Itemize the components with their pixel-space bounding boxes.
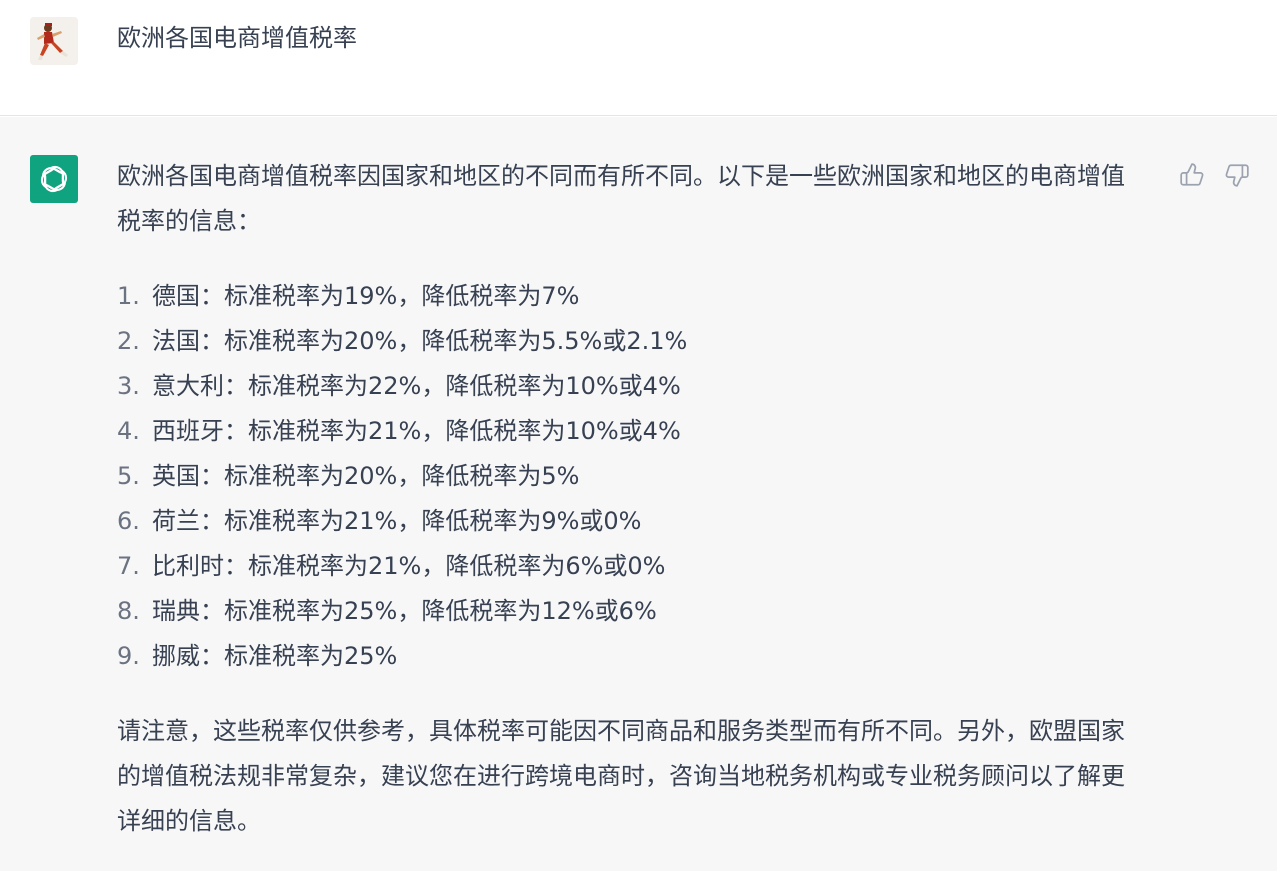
list-item: 8. 瑞典：标准税率为25%，降低税率为12%或6% [117, 597, 657, 625]
assistant-message-row: 欧洲各国电商增值税率因国家和地区的不同而有所不同。以下是一些欧洲国家和地区的电商… [0, 117, 1277, 871]
user-avatar [30, 17, 78, 65]
openai-logo-icon [30, 155, 78, 203]
list-item: 9. 挪威：标准税率为25% [117, 642, 398, 670]
list-item: 4. 西班牙：标准税率为21%，降低税率为10%或4% [117, 417, 681, 445]
list-item: 7. 比利时：标准税率为21%，降低税率为6%或0% [117, 552, 666, 580]
thumbs-up-icon[interactable] [1178, 161, 1206, 189]
list-item: 3. 意大利：标准税率为22%，降低税率为10%或4% [117, 372, 681, 400]
assistant-outro: 请注意，这些税率仅供参考，具体税率可能因不同商品和服务类型而有所不同。另外，欧盟… [117, 717, 1125, 835]
thumbs-down-icon[interactable] [1223, 161, 1251, 189]
list-item: 2. 法国：标准税率为20%，降低税率为5.5%或2.1% [117, 327, 688, 355]
vat-rate-list: 1. 德国：标准税率为19%，降低税率为7% 2. 法国：标准税率为20%，降低税率… [117, 274, 1147, 679]
list-item: 1. 德国：标准税率为19%，降低税率为7% [117, 282, 580, 310]
assistant-message-content: 欧洲各国电商增值税率因国家和地区的不同而有所不同。以下是一些欧洲国家和地区的电商… [117, 154, 1147, 844]
user-message-row: 欧洲各国电商增值税率 [0, 0, 1277, 116]
user-message-text: 欧洲各国电商增值税率 [117, 24, 357, 52]
list-item: 5. 英国：标准税率为20%，降低税率为5% [117, 462, 580, 490]
assistant-intro: 欧洲各国电商增值税率因国家和地区的不同而有所不同。以下是一些欧洲国家和地区的电商… [117, 162, 1125, 235]
list-item: 6. 荷兰：标准税率为21%，降低税率为9%或0% [117, 507, 642, 535]
